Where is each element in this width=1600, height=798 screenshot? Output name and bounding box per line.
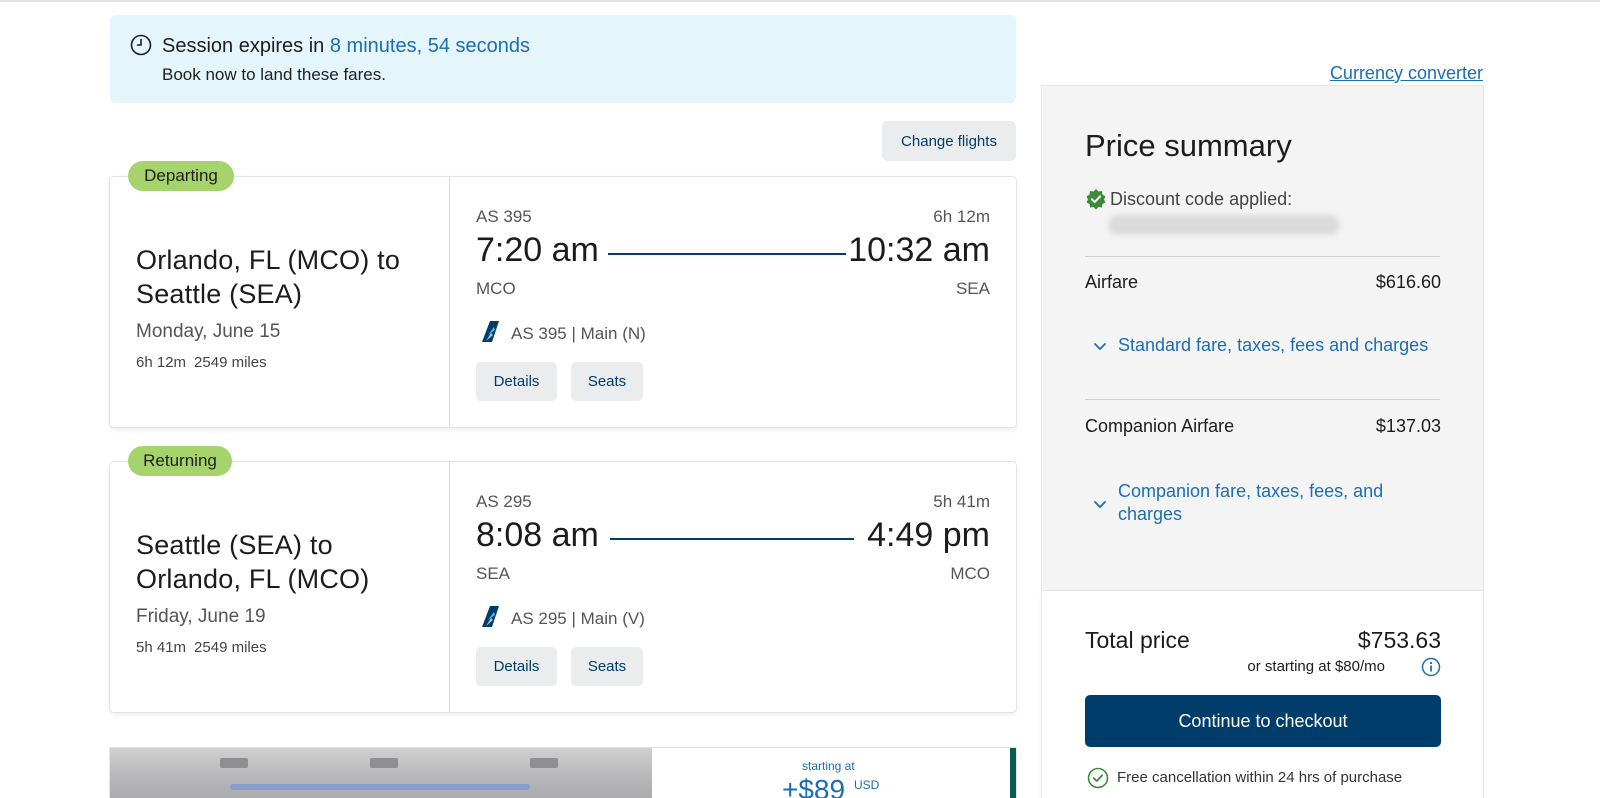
flight-duration-summary: 6h 12m [136, 354, 187, 371]
returning-flight-card: Seattle (SEA) to Orlando, FL (MCO) Frida… [110, 462, 1016, 712]
airline-tail-icon [482, 321, 499, 342]
arrival-time: 4:49 pm [867, 516, 990, 554]
total-price-panel: Total price $753.63 or starting at $80/m… [1042, 591, 1483, 798]
cabin-class: AS 395 | Main (N) [511, 324, 646, 343]
session-countdown: 8 minutes, 54 seconds [329, 35, 530, 57]
discount-applied-label: Discount code applied: [1110, 189, 1293, 209]
promo-currency: USD [854, 778, 880, 792]
flight-route: Orlando, FL (MCO) to Seattle (SEA) [136, 245, 401, 309]
flight-meta: 6h 12m 2549 miles [136, 354, 267, 371]
seats-button[interactable]: Seats [571, 647, 643, 686]
cabin-class: AS 295 | Main (V) [511, 609, 645, 628]
flight-route: Seattle (SEA) to Orlando, FL (MCO) [136, 530, 370, 594]
details-button[interactable]: Details [476, 647, 557, 686]
promo-accent-bar [1010, 748, 1016, 798]
promo-price: +$89 [782, 774, 846, 798]
session-banner: Session expires in 8 minutes, 54 seconds… [110, 15, 1016, 103]
departure-airport-code: MCO [476, 279, 516, 298]
flight-timeline [608, 253, 846, 255]
returning-badge: Returning [128, 446, 232, 476]
departure-airport-code: SEA [476, 564, 511, 583]
session-expiry-text: Session expires in 8 minutes, 54 seconds [162, 35, 530, 58]
clock-icon [130, 34, 152, 56]
continue-to-checkout-button[interactable]: Continue to checkout [1085, 695, 1441, 747]
flight-date: Monday, June 15 [136, 321, 281, 342]
airfare-label: Airfare [1085, 272, 1139, 292]
info-icon[interactable] [1421, 657, 1441, 677]
airfare-breakdown-toggle[interactable]: Standard fare, taxes, fees and charges [1118, 334, 1438, 357]
flight-meta: 5h 41m 2549 miles [136, 639, 267, 656]
flight-miles: 2549 miles [194, 354, 267, 371]
flight-duration: 5h 41m [933, 492, 990, 511]
flight-miles: 2549 miles [194, 639, 267, 656]
seats-button[interactable]: Seats [571, 362, 643, 401]
arrival-airport-code: SEA [955, 279, 990, 298]
currency-converter-link[interactable]: Currency converter [1330, 63, 1483, 84]
monthly-payment-text: or starting at $80/mo [1247, 658, 1385, 675]
flight-number: AS 295 [476, 492, 532, 511]
summary-divider [1085, 256, 1440, 257]
airfare-value: $616.60 [1375, 272, 1441, 292]
cabin-photo [110, 748, 652, 798]
top-divider [0, 0, 1600, 2]
flight-duration: 6h 12m [933, 207, 990, 226]
departing-badge: Departing [128, 161, 234, 191]
total-price-value: $753.63 [1357, 627, 1441, 653]
arrival-airport-code: MCO [950, 564, 990, 583]
companion-breakdown-toggle[interactable]: Companion fare, taxes, fees, and charges [1118, 480, 1418, 526]
cabin-vent [220, 758, 248, 768]
upgrade-promo[interactable]: starting at +$89 USD [110, 748, 1016, 798]
flight-number: AS 395 [476, 207, 532, 226]
flight-timeline [610, 538, 854, 540]
airline-tail-icon [482, 606, 499, 627]
departure-time: 8:08 am [476, 516, 599, 554]
flight-date: Friday, June 19 [136, 606, 266, 627]
cabin-vent [370, 758, 398, 768]
companion-airfare-label: Companion Airfare [1085, 416, 1235, 436]
cabin-light [230, 784, 530, 790]
free-cancellation-text: Free cancellation within 24 hrs of purch… [1117, 769, 1403, 786]
promo-starting-at: starting at [802, 759, 855, 773]
cabin-vent [530, 758, 558, 768]
chevron-down-icon[interactable] [1093, 500, 1107, 510]
flight-duration-summary: 5h 41m [136, 639, 187, 656]
card-divider [449, 462, 450, 712]
details-button[interactable]: Details [476, 362, 557, 401]
departing-flight-card: Orlando, FL (MCO) to Seattle (SEA) Monda… [110, 177, 1016, 427]
check-circle-icon [1087, 767, 1109, 789]
change-flights-button[interactable]: Change flights [882, 121, 1016, 161]
session-prefix: Session expires in [162, 35, 325, 57]
price-summary-title: Price summary [1085, 128, 1292, 163]
session-subtext: Book now to land these fares. [162, 65, 386, 84]
summary-divider [1085, 399, 1440, 400]
price-summary-panel: Price summary Discount code applied: Air… [1042, 86, 1483, 591]
chevron-down-icon[interactable] [1093, 342, 1107, 352]
verified-check-icon [1086, 189, 1106, 210]
arrival-time: 10:32 am [848, 231, 990, 269]
total-price-label: Total price [1085, 627, 1190, 653]
redacted-discount-code [1108, 215, 1340, 235]
card-divider [449, 177, 450, 427]
departure-time: 7:20 am [476, 231, 599, 269]
companion-airfare-value: $137.03 [1375, 416, 1441, 436]
